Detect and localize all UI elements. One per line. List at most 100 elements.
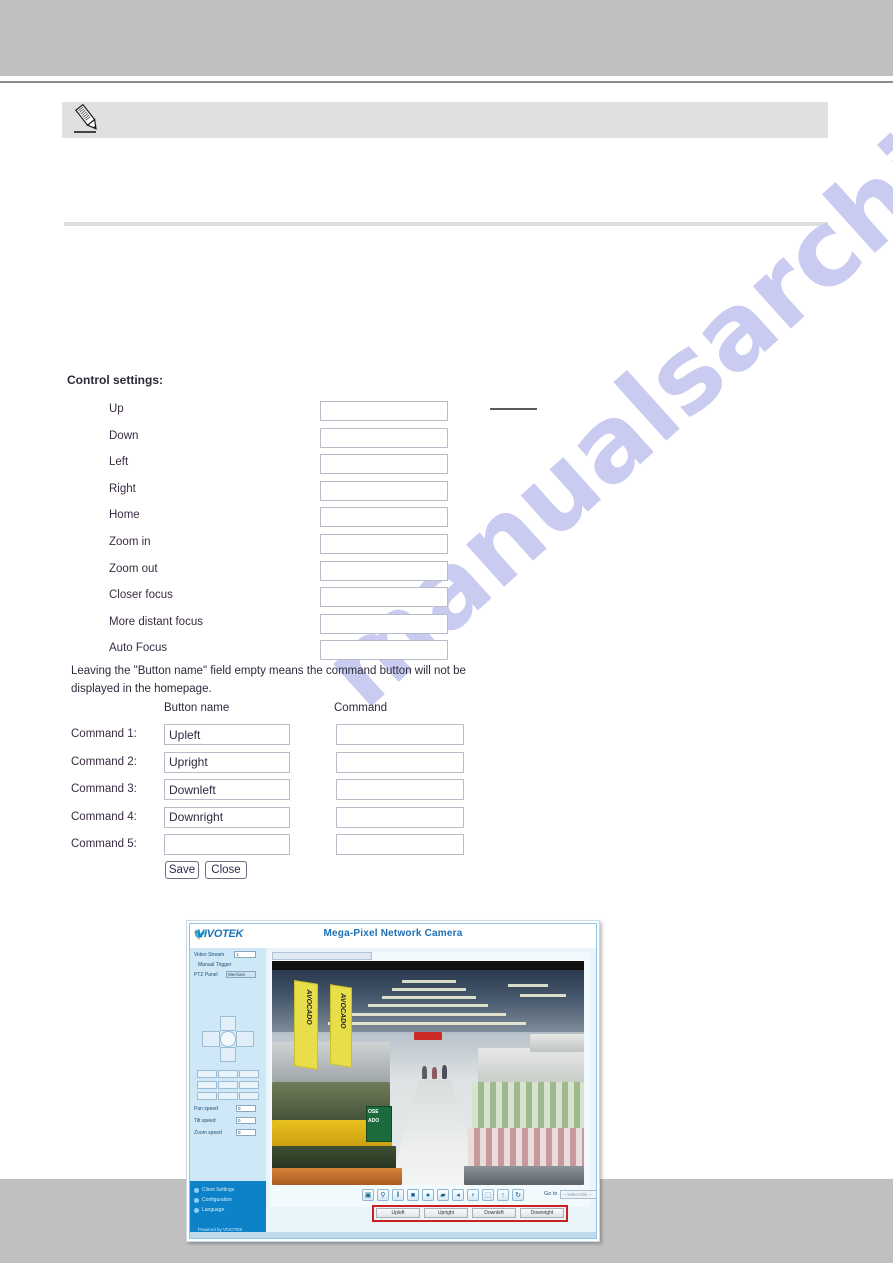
section-divider: [64, 222, 828, 226]
control-label-zoom-out: Zoom out: [109, 562, 158, 575]
zoom-out-button[interactable]: [197, 1070, 217, 1078]
microphone-icon[interactable]: ♀: [467, 1189, 479, 1201]
control-input-left[interactable]: [320, 454, 448, 475]
ptz-panel-select[interactable]: Mechani: [226, 971, 256, 978]
camera-page-bottom-strip: [190, 1232, 596, 1238]
manual-trigger-label[interactable]: Manual Trigger: [198, 962, 231, 968]
zoom-stop-button[interactable]: [239, 1070, 259, 1078]
ptz-direction-pad[interactable]: [202, 1016, 254, 1062]
command-label-2: Command 2:: [71, 755, 137, 768]
tilt-speed-select[interactable]: 0: [236, 1117, 256, 1124]
ptz-zoom-row[interactable]: [197, 1070, 259, 1078]
ptz-focus-row[interactable]: [197, 1081, 259, 1089]
pause-icon[interactable]: ‖: [392, 1189, 404, 1201]
control-label-right: Right: [109, 482, 136, 495]
sidebar-link-language[interactable]: Language: [202, 1207, 224, 1213]
zoom-speed-select[interactable]: 0: [236, 1129, 256, 1136]
goto-preset-select[interactable]: -- select this --: [560, 1190, 596, 1199]
preset-del-button[interactable]: [239, 1092, 259, 1100]
video-frame: AVOCADO AVOCADO OSE ADO: [272, 970, 584, 1185]
ptz-home-button[interactable]: [220, 1031, 236, 1047]
short-rule: [490, 408, 537, 410]
control-label-auto-focus: Auto Focus: [109, 642, 168, 655]
video-stream-label: Video Stream: [194, 952, 225, 958]
ptz-panel-label: PTZ Panel: [194, 972, 218, 978]
command-button-name-input-4[interactable]: [164, 806, 290, 828]
control-label-left: Left: [109, 456, 129, 469]
video-stream-tabs[interactable]: [272, 952, 372, 960]
shopper-1: [422, 1066, 427, 1079]
snapshot-icon[interactable]: ▣: [362, 1189, 374, 1201]
ptz-left-button[interactable]: [202, 1031, 220, 1047]
zoom-in-button[interactable]: [218, 1070, 238, 1078]
zoom-icon[interactable]: ⚲: [377, 1189, 389, 1201]
shopper-2: [432, 1067, 437, 1079]
custom-command-button-2[interactable]: Upright: [424, 1208, 468, 1218]
focus-auto-button[interactable]: [239, 1081, 259, 1089]
command-button-name-input-3[interactable]: [164, 779, 290, 800]
command-button-name-input-2[interactable]: [164, 751, 290, 773]
preset-go-button[interactable]: [218, 1092, 238, 1100]
record-icon[interactable]: ●: [422, 1189, 434, 1201]
video-player-toolbar[interactable]: ▣ ⚲ ‖ ■ ● ▰ ◂ ♀ ⬚ ↑ ↻ Go to -- select this --: [362, 1189, 596, 1202]
refresh-icon[interactable]: ↻: [512, 1189, 524, 1201]
stop-icon[interactable]: ■: [407, 1189, 419, 1201]
folder-icon[interactable]: ▰: [437, 1189, 449, 1201]
command-label-1: Command 1:: [71, 728, 137, 740]
tilt-speed-label: Tilt speed: [194, 1118, 216, 1124]
help-text: Leaving the "Button name" field empty me…: [71, 665, 466, 695]
command-label-4: Command 4:: [71, 810, 137, 823]
preset-add-button[interactable]: [197, 1092, 217, 1100]
command-value-input-4[interactable]: [336, 806, 464, 828]
control-input-right[interactable]: [320, 480, 448, 501]
video-stream-select[interactable]: 1: [234, 951, 256, 958]
control-input-up[interactable]: [320, 401, 448, 421]
command-value-input-3[interactable]: [336, 779, 464, 800]
focus-near-button[interactable]: [197, 1081, 217, 1089]
control-input-down[interactable]: [320, 427, 448, 448]
camera-sidebar-links: Client Settings Configuration Language P…: [190, 1181, 266, 1238]
close-button[interactable]: Close: [205, 861, 247, 879]
ptz-right-button[interactable]: [236, 1031, 254, 1047]
camera-titlebar: 🐦 VIVOTEK Mega-Pixel Network Camera: [190, 924, 596, 948]
column-header-command: Command: [334, 702, 388, 714]
globe-icon: [194, 1208, 199, 1213]
camera-page-title: Mega-Pixel Network Camera: [323, 928, 463, 939]
avocado-banner-2: AVOCADO: [330, 984, 352, 1068]
avocado-banner-1: AVOCADO: [294, 980, 318, 1070]
talk-icon[interactable]: ↑: [497, 1189, 509, 1201]
custom-command-button-3[interactable]: Downleft: [472, 1208, 516, 1218]
volume-icon[interactable]: ◂: [452, 1189, 464, 1201]
control-input-auto-focus[interactable]: [320, 640, 448, 661]
camera-live-view: AVOCADO AVOCADO OSE ADO ▣ ⚲ ‖ ■ ● ▰ ◂ ♀ …: [270, 952, 596, 1222]
custom-command-button-1[interactable]: Upleft: [376, 1208, 420, 1218]
control-label-zoom-in: Zoom in: [109, 536, 151, 548]
ptz-preset-row[interactable]: [197, 1092, 259, 1100]
camera-page: 🐦 VIVOTEK Mega-Pixel Network Camera Vide…: [189, 923, 597, 1239]
control-input-closer-focus[interactable]: [320, 587, 448, 608]
shopper-3: [442, 1065, 447, 1079]
control-input-zoom-in[interactable]: [320, 534, 448, 554]
command-value-input-1[interactable]: [336, 724, 464, 745]
ptz-down-button[interactable]: [220, 1047, 236, 1062]
custom-command-button-4[interactable]: Downright: [520, 1208, 564, 1218]
control-input-home[interactable]: [320, 507, 448, 528]
focus-far-button[interactable]: [218, 1081, 238, 1089]
control-input-zoom-out[interactable]: [320, 560, 448, 581]
command-value-input-5[interactable]: [336, 834, 464, 855]
wrench-icon: [194, 1198, 199, 1203]
pan-speed-select[interactable]: 0: [236, 1105, 256, 1112]
save-button[interactable]: Save: [165, 861, 199, 879]
sidebar-link-client-settings[interactable]: Client Settings: [202, 1187, 234, 1193]
control-label-up: Up: [109, 403, 124, 415]
fullscreen-icon[interactable]: ⬚: [482, 1189, 494, 1201]
command-button-name-input-1[interactable]: [164, 724, 290, 745]
ptz-up-button[interactable]: [220, 1016, 236, 1031]
camera-sidebar: Video Stream 1 Manual Trigger PTZ Panel …: [190, 948, 266, 1238]
zoom-speed-label: Zoom speed: [194, 1130, 222, 1136]
column-header-button-name: Button name: [164, 702, 230, 714]
sidebar-link-configuration[interactable]: Configuration: [202, 1197, 232, 1203]
command-value-input-2[interactable]: [336, 751, 464, 773]
control-input-more-distant-focus[interactable]: [320, 613, 448, 634]
command-button-name-input-5[interactable]: [164, 834, 290, 855]
